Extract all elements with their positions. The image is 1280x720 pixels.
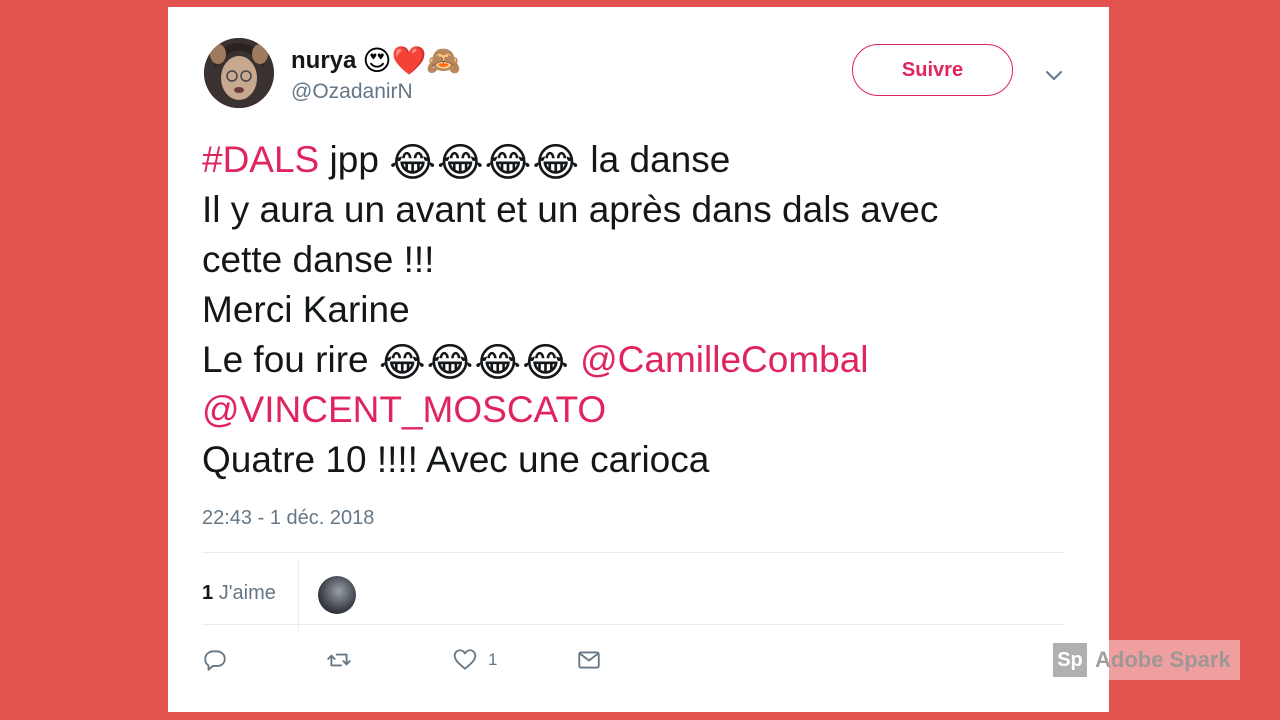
laughing-emoji-group: 😂😂😂😂	[378, 341, 570, 385]
tweet-line-4: Merci Karine	[202, 289, 410, 330]
tweet-actions: 1	[202, 645, 802, 675]
tweet-line-5: Le fou rire 😂😂😂😂 @CamilleCombal	[202, 335, 1082, 385]
liker-avatar[interactable]	[318, 576, 356, 614]
likes-count-label[interactable]: 1 J'aime	[202, 582, 276, 605]
tweet-line-6: @VINCENT_MOSCATO	[202, 385, 1082, 435]
tweet-word: jpp	[329, 139, 379, 180]
laughing-emoji-group: 😂😂😂😂	[389, 141, 581, 185]
mention-link[interactable]: @VINCENT_MOSCATO	[202, 389, 606, 430]
divider	[202, 624, 1065, 625]
tweet-line-5-text: Le fou rire	[202, 339, 369, 380]
user-name-emoji: 😍❤️🙈	[362, 45, 462, 76]
adobe-spark-watermark: Sp Adobe Spark	[1051, 640, 1240, 680]
envelope-icon	[578, 651, 600, 669]
tweet-line-3: cette danse !!!	[202, 239, 435, 280]
chevron-down-icon[interactable]	[1042, 63, 1066, 87]
user-avatar[interactable]	[204, 38, 274, 108]
reply-icon	[204, 650, 226, 671]
heart-icon	[453, 649, 477, 670]
user-handle[interactable]: @OzadanirN	[291, 80, 413, 104]
likes-label-text: J'aime	[218, 582, 276, 604]
tweet-timestamp[interactable]: 22:43 - 1 déc. 2018	[202, 507, 374, 530]
tweet-line-1-rest: la danse	[590, 139, 731, 180]
likes-row: 1 J'aime	[202, 560, 1065, 632]
tweet-line-7: Quatre 10 !!!! Avec une carioca	[202, 439, 710, 480]
user-name[interactable]: nurya	[291, 47, 356, 75]
divider	[202, 552, 1065, 553]
like-count: 1	[488, 650, 498, 669]
watermark-text: Adobe Spark	[1095, 647, 1231, 672]
mention-link[interactable]: @CamilleCombal	[580, 339, 868, 380]
avatar-image	[204, 38, 274, 108]
like-button[interactable]: 1	[452, 645, 497, 675]
retweet-button[interactable]	[326, 645, 352, 675]
hashtag-link[interactable]: #DALS	[202, 139, 319, 180]
vertical-divider	[298, 560, 299, 632]
direct-message-button[interactable]	[576, 645, 602, 675]
tweet-line-2: Il y aura un avant et un après dans dals…	[202, 189, 939, 230]
tweet-text: #DALS jpp 😂😂😂😂 la danse Il y aura un ava…	[202, 135, 1082, 485]
tweet-line-1: #DALS jpp 😂😂😂😂 la danse	[202, 135, 1082, 185]
likes-count: 1	[202, 582, 214, 604]
tweet-card: nurya 😍❤️🙈 @OzadanirN Suivre #DALS jpp 😂…	[168, 7, 1109, 712]
spark-logo-icon: Sp	[1053, 643, 1087, 677]
follow-button[interactable]: Suivre	[852, 44, 1013, 96]
retweet-icon	[327, 653, 351, 667]
user-name-row: nurya 😍❤️🙈	[291, 41, 461, 81]
reply-button[interactable]	[202, 645, 228, 675]
